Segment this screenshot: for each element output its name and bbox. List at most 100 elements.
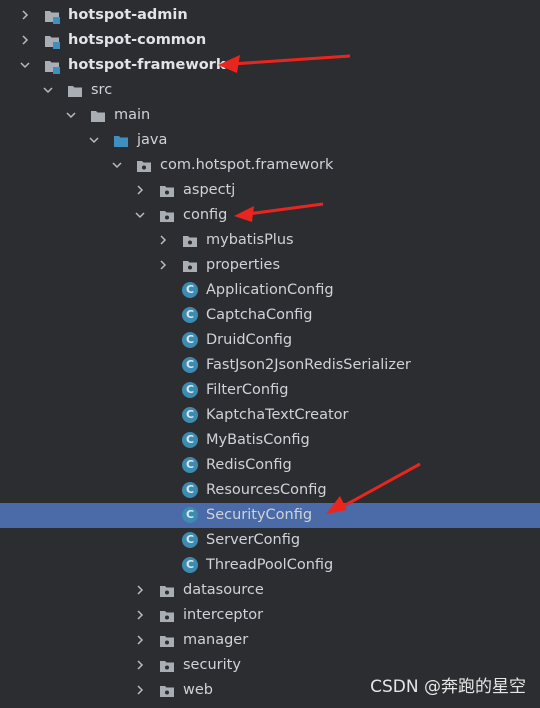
chevron-down-icon[interactable] (110, 153, 124, 178)
tree-item-label: security (183, 657, 241, 673)
tree-item-label: ThreadPoolConfig (206, 557, 334, 573)
tree-item-package[interactable]: manager (0, 628, 540, 653)
tree-item-label: FastJson2JsonRedisSerializer (206, 357, 411, 373)
module-folder-icon (44, 33, 60, 49)
folder-icon (90, 108, 106, 123)
tree-item-label: hotspot-common (68, 32, 207, 48)
package-icon (159, 208, 175, 223)
tree-item-package[interactable]: config (0, 203, 540, 228)
chevron-down-icon[interactable] (64, 103, 78, 128)
tree-item-class[interactable]: C CaptchaConfig (0, 303, 540, 328)
tree-item-module[interactable]: hotspot-framework (0, 53, 540, 78)
tree-item-label: ResourcesConfig (206, 482, 327, 498)
tree-item-class[interactable]: C SecurityConfig (0, 503, 540, 528)
tree-item-package[interactable]: mybatisPlus (0, 228, 540, 253)
class-icon: C (182, 557, 198, 573)
chevron-right-icon[interactable] (18, 28, 32, 53)
tree-item-label: RedisConfig (206, 457, 292, 473)
class-icon: C (182, 482, 198, 498)
tree-item-label: mybatisPlus (206, 232, 294, 248)
chevron-right-icon[interactable] (133, 578, 147, 603)
tree-item-class[interactable]: C DruidConfig (0, 328, 540, 353)
class-icon: C (182, 407, 198, 423)
tree-item-label: hotspot-admin (68, 7, 188, 23)
tree-item-label: datasource (183, 582, 264, 598)
tree-item-class[interactable]: C FilterConfig (0, 378, 540, 403)
tree-item-label: SecurityConfig (206, 507, 313, 523)
package-icon (159, 183, 175, 198)
tree-item-label: aspectj (183, 182, 236, 198)
package-icon (159, 683, 175, 698)
tree-item-class[interactable]: C RedisConfig (0, 453, 540, 478)
tree-item-folder[interactable]: main (0, 103, 540, 128)
tree-item-source-folder[interactable]: java (0, 128, 540, 153)
chevron-down-icon[interactable] (41, 78, 55, 103)
chevron-right-icon[interactable] (133, 603, 147, 628)
tree-item-label: hotspot-framework (68, 57, 226, 73)
tree-item-label: web (183, 682, 213, 698)
tree-item-label: ApplicationConfig (206, 282, 334, 298)
tree-item-label: ServerConfig (206, 532, 301, 548)
class-icon: C (182, 507, 198, 523)
class-icon: C (182, 382, 198, 398)
chevron-right-icon[interactable] (156, 253, 170, 278)
tree-item-label: manager (183, 632, 249, 648)
tree-item-class[interactable]: C KaptchaTextCreator (0, 403, 540, 428)
package-icon (159, 583, 175, 598)
tree-item-label: DruidConfig (206, 332, 293, 348)
class-icon: C (182, 307, 198, 323)
chevron-right-icon[interactable] (133, 628, 147, 653)
class-icon: C (182, 532, 198, 548)
tree-item-class[interactable]: C ServerConfig (0, 528, 540, 553)
class-icon: C (182, 357, 198, 373)
chevron-down-icon[interactable] (87, 128, 101, 153)
package-icon (159, 633, 175, 648)
tree-item-label: com.hotspot.framework (160, 157, 334, 173)
class-icon: C (182, 332, 198, 348)
tree-item-label: CaptchaConfig (206, 307, 313, 323)
chevron-right-icon[interactable] (133, 678, 147, 703)
class-icon: C (182, 457, 198, 473)
class-icon: C (182, 432, 198, 448)
package-icon (159, 608, 175, 623)
tree-item-label: properties (206, 257, 280, 273)
tree-item-label: src (91, 82, 113, 98)
tree-item-package[interactable]: aspectj (0, 178, 540, 203)
package-icon (182, 233, 198, 248)
tree-item-label: config (183, 207, 228, 223)
tree-item-label: KaptchaTextCreator (206, 407, 349, 423)
chevron-right-icon[interactable] (156, 228, 170, 253)
tree-item-class[interactable]: C ResourcesConfig (0, 478, 540, 503)
project-tree: hotspot-admin hotspot-common hotspot-frame… (0, 3, 540, 703)
chevron-right-icon[interactable] (18, 3, 32, 28)
chevron-right-icon[interactable] (133, 178, 147, 203)
class-icon: C (182, 282, 198, 298)
tree-item-label: interceptor (183, 607, 264, 623)
chevron-right-icon[interactable] (133, 653, 147, 678)
chevron-down-icon[interactable] (133, 203, 147, 228)
module-folder-icon (44, 58, 60, 74)
folder-icon (67, 83, 83, 98)
tree-item-package[interactable]: datasource (0, 578, 540, 603)
tree-item-label: java (137, 132, 168, 148)
tree-item-package[interactable]: interceptor (0, 603, 540, 628)
tree-item-module[interactable]: hotspot-common (0, 28, 540, 53)
package-icon (182, 258, 198, 273)
tree-item-label: main (114, 107, 151, 123)
package-icon (136, 158, 152, 173)
package-icon (159, 658, 175, 673)
tree-item-label: MyBatisConfig (206, 432, 310, 448)
tree-item-class[interactable]: C ThreadPoolConfig (0, 553, 540, 578)
tree-item-class[interactable]: C FastJson2JsonRedisSerializer (0, 353, 540, 378)
tree-item-folder[interactable]: src (0, 78, 540, 103)
tree-item-package[interactable]: properties (0, 253, 540, 278)
chevron-down-icon[interactable] (18, 53, 32, 78)
source-folder-icon (113, 133, 129, 148)
watermark: CSDN @奔跑的星空 (370, 677, 526, 697)
module-folder-icon (44, 8, 60, 24)
tree-item-label: FilterConfig (206, 382, 289, 398)
tree-item-module[interactable]: hotspot-admin (0, 3, 540, 28)
tree-item-class[interactable]: C MyBatisConfig (0, 428, 540, 453)
tree-item-class[interactable]: C ApplicationConfig (0, 278, 540, 303)
tree-item-package[interactable]: com.hotspot.framework (0, 153, 540, 178)
